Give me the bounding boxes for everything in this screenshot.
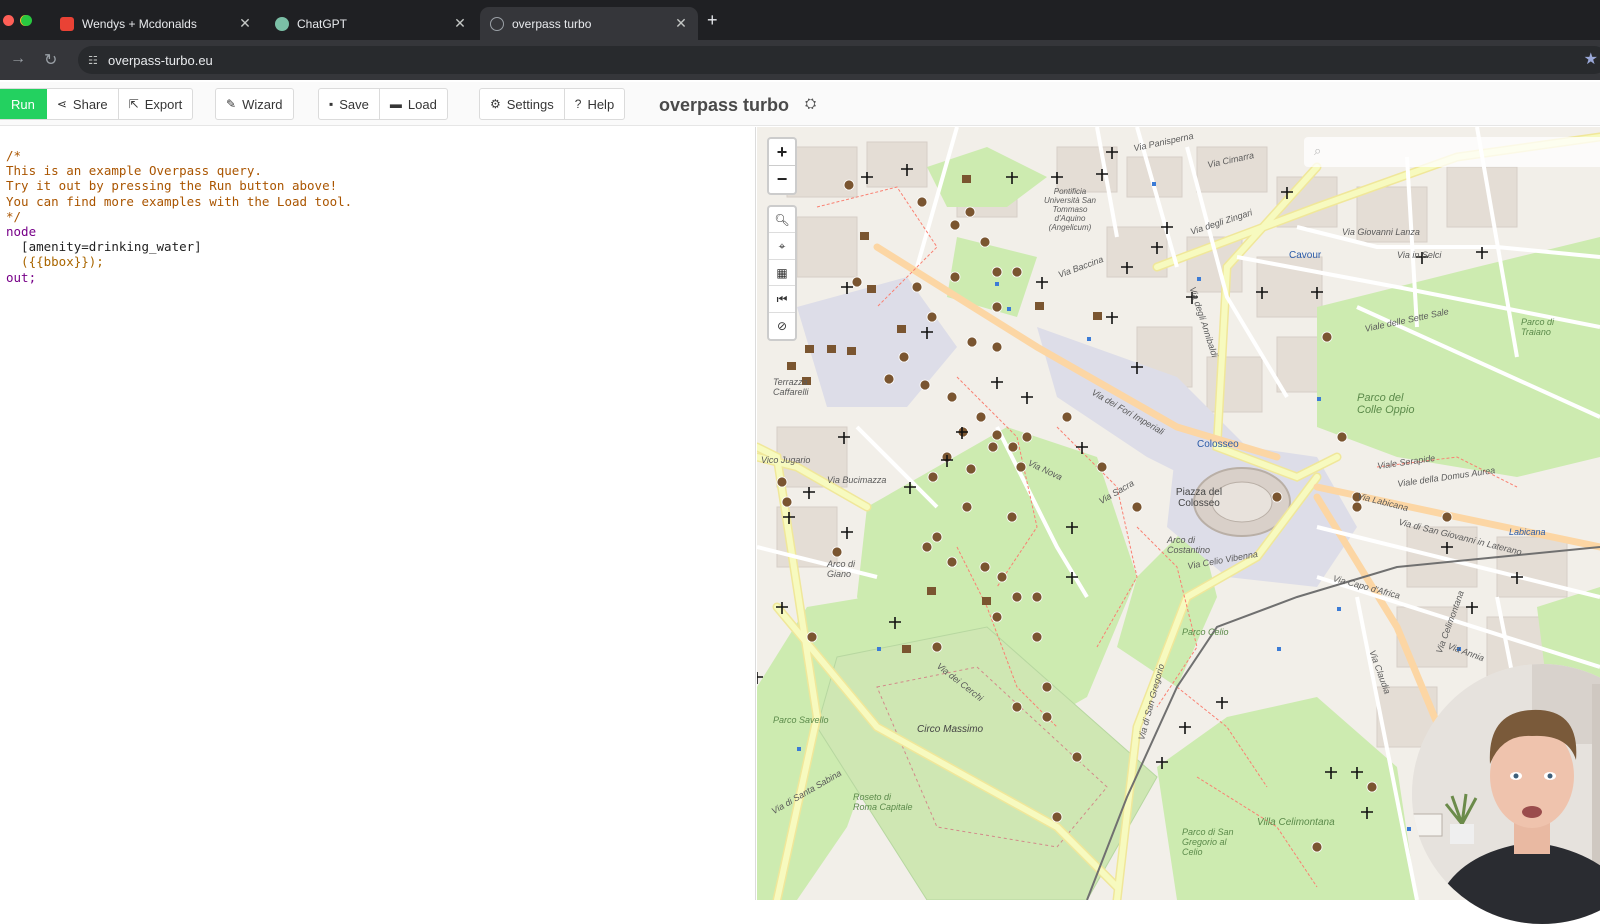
run-label: Run [11,96,35,112]
code-line: ({{bbox}}); [6,254,104,270]
map-label: Terrazza Caffarelli [773,377,809,397]
site-settings-icon[interactable]: ☷ [88,54,102,67]
question-icon: ? [574,97,582,111]
run-button[interactable]: Run [0,89,47,119]
share-button[interactable]: ⋖ Share [47,89,119,119]
chatgpt-icon [275,16,289,31]
save-button[interactable]: ▪ Save [319,89,380,119]
window-maximize-button[interactable] [21,15,32,26]
code-line: /* [6,148,22,163]
close-icon[interactable]: ✕ [238,15,252,32]
search-icon[interactable]: 🔍︎ [769,207,795,234]
magic-wand-icon: ✎ [226,97,237,111]
overpass-logo-icon: ⛭ [805,95,817,111]
code-line: This is an example Overpass query. [6,163,262,179]
folder-icon: ▬ [389,97,402,111]
map-label: Vico Jugario [761,455,811,465]
map-label: Parco Celio [1182,627,1229,637]
map-label: Parco di San Gregorio al Celio [1182,827,1234,857]
share-icon: ⋖ [56,97,67,111]
gear-icon: ⚙ [490,97,501,111]
locate-crosshair-icon[interactable]: ⌖ [769,233,795,260]
query-editor[interactable]: /* This is an example Overpass query. Tr… [0,127,756,900]
app-toolbar: Run ⋖ Share ⇱ Export ✎ Wizard ▪ Save ▬ L… [0,82,1600,126]
zoom-out-button[interactable]: − [769,166,795,193]
code-line: You can find more examples with the Load… [6,193,353,209]
save-load-group: ▪ Save ▬ Load [318,88,448,120]
map-label: Arco di Costantino [1167,535,1211,555]
settings-label: Settings [506,96,554,112]
url-text: overpass-turbo.eu [108,52,213,68]
map-label: Parco Savello [773,715,829,725]
help-button[interactable]: ? Help [565,89,624,119]
zoom-control: + − [767,137,797,195]
export-label: Export [144,96,183,112]
export-icon: ⇱ [128,97,139,111]
maps-pin-icon [60,16,74,31]
map-label: Via in Selci [1397,250,1442,260]
browser-tab-overpass[interactable]: overpass turbo ✕ [480,7,698,40]
map-search-box[interactable]: ⌕ [1304,137,1600,167]
skip-back-icon[interactable]: ⏮︎ [769,286,795,313]
map-label: Villa Celimontana [1257,817,1335,828]
map-label: Pontificia Università San Tommaso d'Aqui… [1043,187,1097,232]
floppy-disk-icon: ▪ [329,97,334,111]
settings-button[interactable]: ⚙ Settings [480,89,565,119]
map-label: Cavour [1289,250,1322,261]
map-label: Circo Massimo [917,724,984,735]
map-label: Via Bucimazza [827,475,887,485]
code-line: out; [6,269,37,285]
browser-address-bar: → ↻ ☷ overpass-turbo.eu ★ [0,40,1600,80]
map-label: Via Giovanni Lanza [1342,227,1420,237]
zoom-in-button[interactable]: + [769,139,795,166]
bookmark-star-icon[interactable]: ★ [1584,49,1598,69]
map-label: Roseto di Roma Capitale [853,792,913,812]
close-icon[interactable]: ✕ [453,15,467,32]
wizard-button[interactable]: ✎ Wizard [216,89,293,119]
tab-label: ChatGPT [297,16,348,31]
export-button[interactable]: ⇱ Export [119,89,193,119]
search-icon: ⌕ [1314,143,1322,158]
load-button[interactable]: ▬ Load [380,89,447,119]
browser-tab-chatgpt[interactable]: ChatGPT ✕ [265,7,477,40]
no-data-icon[interactable]: ⊘ [769,313,795,339]
code-line: node [6,223,37,239]
map-tool-buttons: 🔍︎ ⌖ ▦ ⏮︎ ⊘ [767,205,797,341]
wizard-label: Wizard [242,96,283,112]
load-label: Load [407,96,437,112]
image-export-icon[interactable]: ▦ [769,260,795,287]
browser-tab-bar: Wendys + Mcdonalds ✕ ChatGPT ✕ overpass … [0,0,1600,40]
help-label: Help [587,96,615,112]
map-label: Parco di Traiano [1521,317,1555,337]
settings-help-group: ⚙ Settings ? Help [479,88,626,120]
code-line: Try it out by pressing the Run button ab… [6,178,338,194]
forward-icon[interactable]: → [10,50,26,68]
map-label: Arco di Giano [827,559,856,579]
url-field[interactable]: ☷ overpass-turbo.eu [78,46,1600,74]
browser-tab-wendys[interactable]: Wendys + Mcdonalds ✕ [50,7,262,40]
tab-label: Wendys + Mcdonalds [82,16,197,31]
map-label: Labicana [1509,527,1546,537]
code-line: [amenity=drinking_water] [6,239,202,255]
share-label: Share [72,96,108,112]
tab-label: overpass turbo [512,16,592,31]
close-icon[interactable]: ✕ [674,15,688,32]
new-tab-button[interactable]: + [707,10,718,30]
map-label: Piazza del Colosseo [1175,487,1223,509]
map-label: Parco del Colle Oppio [1357,392,1415,416]
map-label: Colosseo [1197,439,1239,450]
code-line: */ [6,208,22,224]
wizard-group: ✎ Wizard [215,88,294,120]
window-close-button[interactable] [3,15,14,26]
run-group: Run ⋖ Share ⇱ Export [0,88,194,120]
reload-icon[interactable]: ↻ [44,50,57,70]
app-title: overpass turbo [659,95,790,115]
overpass-logo-icon [490,16,504,31]
save-label: Save [339,96,369,112]
